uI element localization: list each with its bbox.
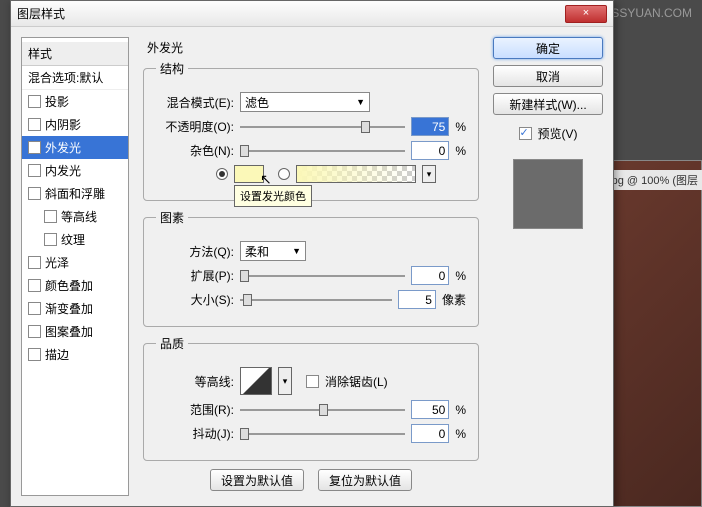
styles-list: 样式 混合选项:默认 投影 内阴影 外发光 内发光 斜面和浮雕 等高线 纹理 光…: [21, 37, 129, 496]
preview-thumbnail: [513, 159, 583, 229]
spread-slider[interactable]: [240, 267, 405, 285]
structure-group: 结构 混合模式(E): 滤色▼ 不透明度(O): % 杂色(N): %: [143, 60, 479, 201]
cancel-button[interactable]: 取消: [493, 65, 603, 87]
style-outer-glow[interactable]: 外发光: [22, 136, 128, 159]
color-radio[interactable]: [216, 168, 228, 180]
quality-legend: 品质: [156, 335, 188, 352]
dialog-title: 图层样式: [17, 5, 65, 22]
style-satin[interactable]: 光泽: [22, 251, 128, 274]
elements-group: 图素 方法(Q): 柔和▼ 扩展(P): % 大小(S): 像素: [143, 209, 479, 327]
style-pattern-overlay[interactable]: 图案叠加: [22, 320, 128, 343]
spread-input[interactable]: [411, 266, 449, 285]
checkbox[interactable]: [28, 141, 41, 154]
close-button[interactable]: ×: [565, 5, 607, 23]
checkbox[interactable]: [28, 118, 41, 131]
new-style-button[interactable]: 新建样式(W)...: [493, 93, 603, 115]
jitter-slider[interactable]: [240, 425, 405, 443]
chevron-down-icon: ▼: [292, 246, 301, 256]
checkbox[interactable]: [28, 325, 41, 338]
chevron-down-icon: ▼: [356, 97, 365, 107]
structure-legend: 结构: [156, 60, 188, 77]
right-panel: 确定 取消 新建样式(W)... 预览(V): [493, 37, 603, 496]
size-unit: 像素: [442, 291, 466, 308]
quality-group: 品质 等高线: ▾ 消除锯齿(L) 范围(R): % 抖动(J):: [143, 335, 479, 461]
gradient-arrow[interactable]: ▾: [422, 165, 436, 183]
contour-arrow[interactable]: ▾: [278, 367, 292, 395]
checkbox[interactable]: [28, 95, 41, 108]
layer-style-dialog: 图层样式 × 样式 混合选项:默认 投影 内阴影 外发光 内发光 斜面和浮雕 等…: [10, 0, 614, 507]
noise-unit: %: [455, 144, 466, 158]
size-slider[interactable]: [240, 291, 392, 309]
panel-title: 外发光: [147, 39, 479, 56]
checkbox[interactable]: [28, 256, 41, 269]
checkbox[interactable]: [28, 348, 41, 361]
contour-picker[interactable]: [240, 367, 272, 395]
preview-checkbox[interactable]: [519, 127, 532, 140]
spread-label: 扩展(P):: [156, 267, 234, 284]
ok-button[interactable]: 确定: [493, 37, 603, 59]
range-label: 范围(R):: [156, 401, 234, 418]
style-bevel[interactable]: 斜面和浮雕: [22, 182, 128, 205]
checkbox[interactable]: [28, 302, 41, 315]
opacity-slider[interactable]: [240, 118, 405, 136]
checkbox[interactable]: [44, 210, 57, 223]
style-color-overlay[interactable]: 颜色叠加: [22, 274, 128, 297]
styles-header[interactable]: 样式: [22, 42, 128, 66]
noise-input[interactable]: [411, 141, 449, 160]
glow-color-swatch[interactable]: [234, 165, 264, 183]
gradient-radio[interactable]: [278, 168, 290, 180]
contour-label: 等高线:: [156, 373, 234, 390]
checkbox[interactable]: [28, 164, 41, 177]
range-input[interactable]: [411, 400, 449, 419]
blend-mode-dropdown[interactable]: 滤色▼: [240, 92, 370, 112]
spread-unit: %: [455, 269, 466, 283]
opacity-input[interactable]: [411, 117, 449, 136]
size-input[interactable]: [398, 290, 436, 309]
titlebar: 图层样式 ×: [11, 1, 613, 27]
preview-label: 预览(V): [538, 125, 578, 142]
size-label: 大小(S):: [156, 291, 234, 308]
color-tooltip: 设置发光颜色: [234, 185, 312, 207]
technique-dropdown[interactable]: 柔和▼: [240, 241, 306, 261]
range-unit: %: [455, 403, 466, 417]
checkbox[interactable]: [44, 233, 57, 246]
jitter-label: 抖动(J):: [156, 425, 234, 442]
checkbox[interactable]: [28, 279, 41, 292]
noise-slider[interactable]: [240, 142, 405, 160]
reset-default-button[interactable]: 复位为默认值: [318, 469, 412, 491]
jitter-input[interactable]: [411, 424, 449, 443]
range-slider[interactable]: [240, 401, 405, 419]
style-gradient-overlay[interactable]: 渐变叠加: [22, 297, 128, 320]
style-inner-glow[interactable]: 内发光: [22, 159, 128, 182]
style-stroke[interactable]: 描边: [22, 343, 128, 366]
glow-gradient[interactable]: [296, 165, 416, 183]
style-contour[interactable]: 等高线: [22, 205, 128, 228]
style-inner-shadow[interactable]: 内阴影: [22, 113, 128, 136]
blend-options[interactable]: 混合选项:默认: [22, 66, 128, 90]
set-default-button[interactable]: 设置为默认值: [210, 469, 304, 491]
blend-mode-label: 混合模式(E):: [156, 94, 234, 111]
antialias-checkbox[interactable]: [306, 375, 319, 388]
technique-label: 方法(Q):: [156, 243, 234, 260]
opacity-label: 不透明度(O):: [156, 118, 234, 135]
checkbox[interactable]: [28, 187, 41, 200]
jitter-unit: %: [455, 427, 466, 441]
elements-legend: 图素: [156, 209, 188, 226]
settings-panel: 外发光 结构 混合模式(E): 滤色▼ 不透明度(O): % 杂色(N):: [137, 37, 485, 496]
noise-label: 杂色(N):: [156, 142, 234, 159]
style-drop-shadow[interactable]: 投影: [22, 90, 128, 113]
style-texture[interactable]: 纹理: [22, 228, 128, 251]
opacity-unit: %: [455, 120, 466, 134]
antialias-label: 消除锯齿(L): [325, 373, 388, 390]
